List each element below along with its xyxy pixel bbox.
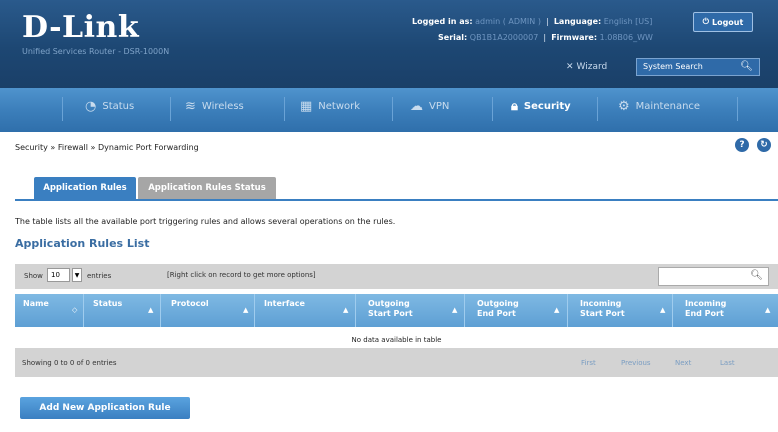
gear-icon: ⚙ xyxy=(618,99,630,114)
nav-item-security[interactable]: 🔒︎ Security xyxy=(511,99,571,114)
wizard-label: Wizard xyxy=(576,62,608,72)
column-header-outgoing-end[interactable]: Outgoing End Port xyxy=(477,299,519,319)
nav-label: VPN xyxy=(429,101,450,112)
pager-last[interactable]: Last xyxy=(720,359,735,371)
nav-divider xyxy=(492,97,493,121)
nav-label: Status xyxy=(102,101,135,112)
app-header: D-Link Unified Services Router - DSR-100… xyxy=(0,0,778,88)
sort-icon[interactable]: ▲ xyxy=(452,306,457,314)
power-icon: ⏻ xyxy=(702,17,709,26)
login-info: Logged in as: admin ( ADMIN ) | Language… xyxy=(412,17,653,26)
no-data-message: No data available in table xyxy=(351,336,442,344)
search-icon: 🔍︎ xyxy=(750,270,763,281)
tab-application-rules-status[interactable]: Application Rules Status xyxy=(138,177,276,199)
column-header-outgoing-start[interactable]: Outgoing Start Port xyxy=(368,299,413,319)
nav-divider xyxy=(62,97,63,121)
column-divider xyxy=(254,294,255,327)
product-subtitle: Unified Services Router - DSR-1000N xyxy=(22,47,170,56)
help-icon[interactable]: ? xyxy=(735,138,749,152)
logout-label: Logout xyxy=(711,17,744,27)
sort-icon[interactable]: ▲ xyxy=(554,306,559,314)
main-nav: ◔ Status ≋ Wireless ▦ Network ☁ VPN 🔒︎ S… xyxy=(0,88,778,132)
column-header-incoming-start[interactable]: Incoming Start Port xyxy=(580,299,625,319)
table-header: Name ◇ Status ▲ Protocol ▲ Interface ▲ O… xyxy=(15,294,778,327)
tab-underline xyxy=(15,199,778,201)
sort-icon[interactable]: ▲ xyxy=(660,306,665,314)
right-click-hint: [Right click on record to get more optio… xyxy=(167,271,316,279)
tab-bar: Application Rules Application Rules Stat… xyxy=(34,177,276,199)
system-search-placeholder: System Search xyxy=(643,62,703,71)
nav-item-wireless[interactable]: ≋ Wireless xyxy=(185,99,244,114)
nav-item-status[interactable]: ◔ Status xyxy=(85,99,134,114)
column-divider xyxy=(160,294,161,327)
language-label: Language: xyxy=(553,17,602,26)
list-title: Application Rules List xyxy=(15,237,150,250)
column-divider xyxy=(464,294,465,327)
breadcrumb: Security » Firewall » Dynamic Port Forwa… xyxy=(15,143,199,152)
tab-application-rules[interactable]: Application Rules xyxy=(34,177,136,199)
logout-button[interactable]: ⏻ Logout xyxy=(693,12,753,32)
nav-label: Network xyxy=(318,101,361,112)
entries-label: entries xyxy=(87,272,112,280)
device-info: Serial: QB1B1A2000007 | Firmware: 1.08B0… xyxy=(438,33,653,42)
column-divider xyxy=(355,294,356,327)
gauge-icon: ◔ xyxy=(85,99,97,114)
nav-label: Maintenance xyxy=(635,101,701,112)
serial-label: Serial: xyxy=(438,33,468,42)
column-header-name[interactable]: Name xyxy=(23,299,49,309)
system-search-input[interactable]: System Search 🔍︎ xyxy=(636,58,760,76)
pager-first[interactable]: First xyxy=(581,359,596,371)
wifi-icon: ≋ xyxy=(185,99,196,114)
nav-item-vpn[interactable]: ☁ VPN xyxy=(410,99,449,114)
column-header-status[interactable]: Status xyxy=(93,299,122,309)
network-icon: ▦ xyxy=(300,99,313,114)
table-search-input[interactable]: 🔍︎ xyxy=(658,267,769,286)
language-select[interactable]: English [US] xyxy=(604,17,653,26)
showing-count: Showing 0 to 0 of 0 entries xyxy=(22,359,117,367)
chevron-down-icon[interactable]: ▼ xyxy=(72,268,82,282)
search-icon[interactable]: 🔍︎ xyxy=(740,61,753,72)
column-header-interface[interactable]: Interface xyxy=(264,299,305,309)
nav-label: Wireless xyxy=(201,101,244,112)
firmware-label: Firmware: xyxy=(551,33,598,42)
column-divider xyxy=(567,294,568,327)
logged-in-label: Logged in as: xyxy=(412,17,473,26)
nav-label: Security xyxy=(523,101,571,112)
logged-in-user: admin ( ADMIN ) xyxy=(475,17,541,26)
pager-previous[interactable]: Previous xyxy=(621,359,651,371)
table-toolbar: Show 10 ▼ entries [Right click on record… xyxy=(15,264,778,289)
lock-icon: 🔒︎ xyxy=(511,99,518,114)
nav-divider xyxy=(597,97,598,121)
firmware-value: 1.08B06_WW xyxy=(599,33,653,42)
page-size-select[interactable]: 10 xyxy=(47,268,70,282)
wizard-icon: ✕ xyxy=(566,62,574,72)
add-application-rule-button[interactable]: Add New Application Rule xyxy=(20,397,190,419)
sort-icon[interactable]: ▲ xyxy=(765,306,770,314)
nav-divider xyxy=(284,97,285,121)
nav-item-network[interactable]: ▦ Network xyxy=(300,99,360,114)
column-divider xyxy=(672,294,673,327)
column-divider xyxy=(83,294,84,327)
cloud-icon: ☁ xyxy=(410,99,423,114)
nav-item-maintenance[interactable]: ⚙ Maintenance xyxy=(618,99,700,114)
show-label: Show xyxy=(24,272,43,280)
nav-divider xyxy=(392,97,393,121)
pager-next[interactable]: Next xyxy=(675,359,691,371)
table-footer: Showing 0 to 0 of 0 entries First Previo… xyxy=(15,348,778,377)
wizard-link[interactable]: ✕ Wizard xyxy=(566,62,607,72)
sort-icon[interactable]: ▲ xyxy=(343,306,348,314)
refresh-icon[interactable]: ↻ xyxy=(757,138,771,152)
serial-value: QB1B1A2000007 xyxy=(469,33,539,42)
nav-divider xyxy=(170,97,171,121)
brand-logo: D-Link xyxy=(22,10,140,45)
column-header-protocol[interactable]: Protocol xyxy=(171,299,209,309)
sort-icon[interactable]: ◇ xyxy=(72,306,77,314)
page-description: The table lists all the available port t… xyxy=(15,217,396,226)
column-header-incoming-end[interactable]: Incoming End Port xyxy=(685,299,726,319)
nav-divider xyxy=(737,97,738,121)
sort-icon[interactable]: ▲ xyxy=(243,306,248,314)
sort-icon[interactable]: ▲ xyxy=(148,306,153,314)
